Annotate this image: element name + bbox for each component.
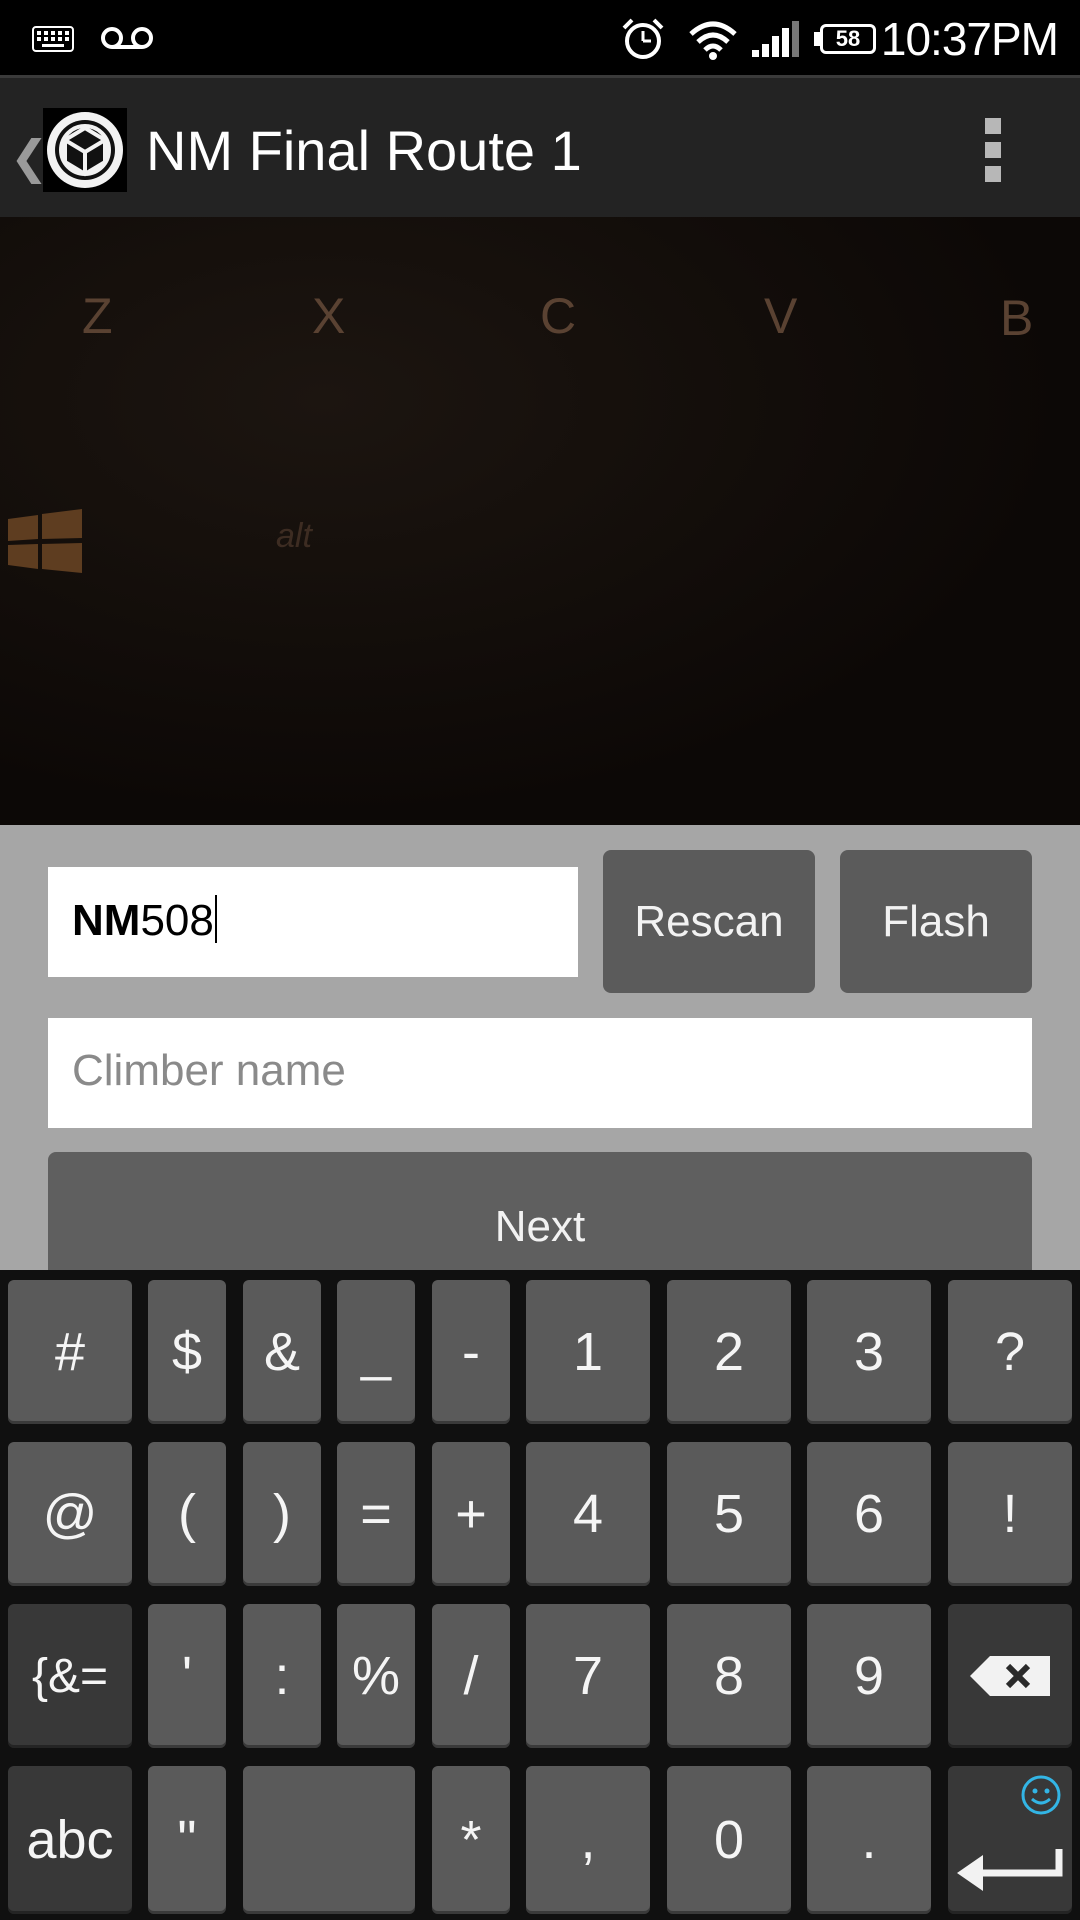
key-period[interactable]: .: [807, 1766, 931, 1914]
climber-name-placeholder: Climber name: [72, 1046, 346, 1095]
key-5[interactable]: 5: [667, 1442, 791, 1586]
key-at[interactable]: @: [8, 1442, 132, 1586]
text-caret: [214, 895, 217, 943]
key-plus[interactable]: +: [432, 1442, 510, 1586]
preview-key-c: C: [540, 288, 577, 344]
key-more-symbols[interactable]: {&=: [8, 1604, 132, 1748]
key-asterisk[interactable]: *: [432, 1766, 510, 1914]
preview-key-alt: alt: [276, 517, 312, 555]
clock: 10:37PM: [880, 13, 1059, 65]
key-colon[interactable]: :: [243, 1604, 321, 1748]
preview-key-v: V: [764, 288, 798, 344]
key-ampersand[interactable]: &: [243, 1280, 321, 1424]
key-double-quote[interactable]: ": [148, 1766, 226, 1914]
key-0[interactable]: 0: [667, 1766, 791, 1914]
key-3[interactable]: 3: [807, 1280, 931, 1424]
key-hash[interactable]: #: [8, 1280, 132, 1424]
flash-button[interactable]: Flash: [840, 850, 1032, 993]
action-bar: ❮ NM Final Route 1: [0, 75, 1080, 217]
wifi-icon: [689, 21, 737, 60]
key-equals[interactable]: =: [337, 1442, 415, 1586]
key-6[interactable]: 6: [807, 1442, 931, 1586]
windows-logo-icon: [8, 509, 82, 573]
key-1[interactable]: 1: [526, 1280, 650, 1424]
key-7[interactable]: 7: [526, 1604, 650, 1748]
key-8[interactable]: 8: [667, 1604, 791, 1748]
key-close-paren[interactable]: ): [243, 1442, 321, 1586]
voicemail-icon: [101, 27, 153, 49]
preview-key-z: Z: [82, 288, 113, 344]
key-apostrophe[interactable]: ': [148, 1604, 226, 1748]
key-slash[interactable]: /: [432, 1604, 510, 1748]
preview-key-x: X: [312, 288, 346, 344]
enter-key[interactable]: [948, 1766, 1072, 1914]
rescan-button[interactable]: Rescan: [603, 850, 815, 993]
status-bar: 58 10:37PM: [0, 0, 1080, 75]
space-key[interactable]: [243, 1766, 415, 1914]
key-exclamation[interactable]: !: [948, 1442, 1072, 1586]
code-value: 508: [140, 896, 214, 945]
battery-icon: 58: [820, 24, 876, 54]
key-abc[interactable]: abc: [8, 1766, 132, 1914]
camera-preview: Z X C V B alt: [0, 217, 1080, 825]
overflow-menu-icon[interactable]: [985, 118, 1003, 182]
code-prefix: NM: [72, 896, 141, 945]
soft-keyboard: # $ & _ - 1 2 3 ? @ ( ) = + 4 5 6 ! {&= …: [0, 1270, 1080, 1920]
app-logo-icon[interactable]: [43, 108, 127, 192]
alarm-icon: [622, 18, 664, 59]
preview-key-b: B: [1000, 290, 1034, 346]
scan-form-panel: NM508 Rescan Flash Climber name Next: [0, 825, 1080, 1292]
smiley-icon: [1021, 1775, 1061, 1815]
key-question[interactable]: ?: [948, 1280, 1072, 1424]
key-underscore[interactable]: _: [337, 1280, 415, 1424]
key-percent[interactable]: %: [337, 1604, 415, 1748]
climber-name-input[interactable]: Climber name: [48, 1018, 1032, 1128]
backspace-icon: [970, 1656, 1050, 1696]
page-title: NM Final Route 1: [146, 119, 582, 182]
keyboard-icon: [32, 26, 74, 52]
key-comma[interactable]: ,: [526, 1766, 650, 1914]
key-open-paren[interactable]: (: [148, 1442, 226, 1586]
backspace-key[interactable]: [948, 1604, 1072, 1748]
battery-nub: [814, 32, 820, 46]
key-2[interactable]: 2: [667, 1280, 791, 1424]
battery-level: 58: [835, 26, 861, 51]
key-minus[interactable]: -: [432, 1280, 510, 1424]
key-dollar[interactable]: $: [148, 1280, 226, 1424]
key-9[interactable]: 9: [807, 1604, 931, 1748]
signal-icon: [752, 21, 799, 57]
route-code-input[interactable]: NM508: [48, 867, 578, 977]
enter-icon: [957, 1849, 1063, 1891]
key-4[interactable]: 4: [526, 1442, 650, 1586]
